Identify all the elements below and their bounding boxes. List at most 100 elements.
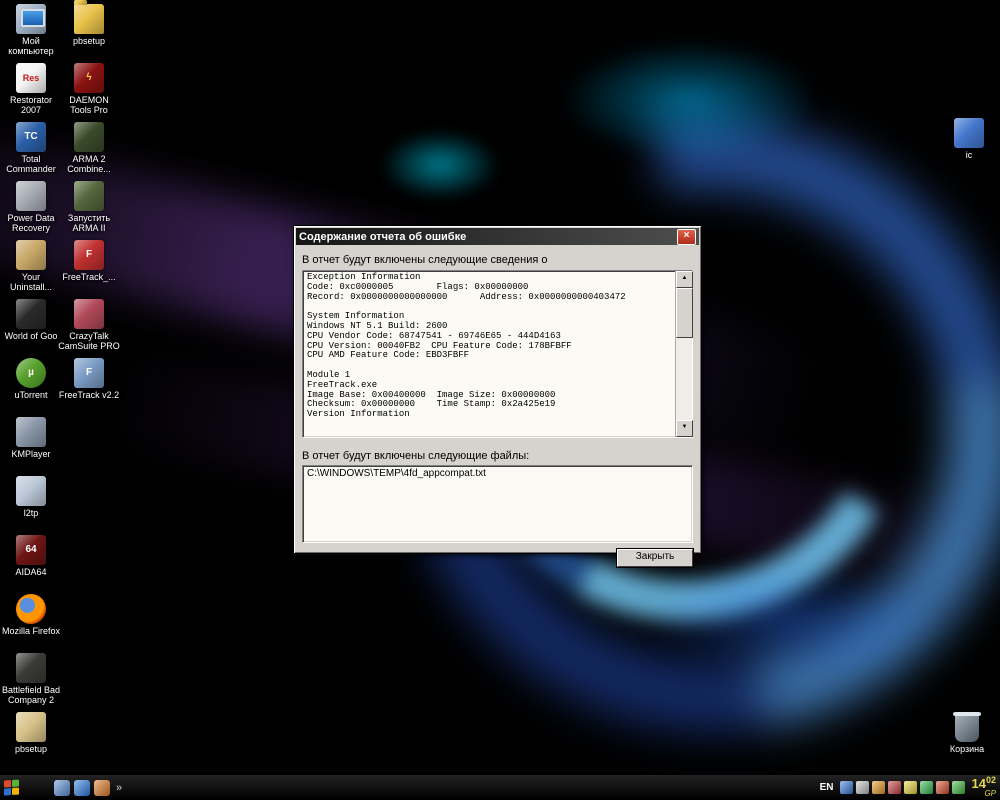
my-computer-icon (16, 4, 46, 34)
pbsetup-icon (16, 712, 46, 742)
show-desktop-icon[interactable] (54, 779, 70, 796)
wallpaper-glow (640, 560, 940, 680)
desktop-icon-label: Power Data Recovery (7, 213, 55, 233)
error-report-dialog: Содержание отчета об ошибке × В отчет бу… (293, 225, 702, 567)
clock-suffix: GP (984, 789, 996, 798)
desktop-icon-pbsetup-1[interactable]: pbsetup (0, 712, 62, 771)
report-files-area[interactable]: C:\WINDOWS\TEMP\4fd_appcompat.txt (302, 465, 693, 543)
desktop-icon-pbsetup-folder[interactable]: pbsetup (58, 0, 120, 63)
crazytalk-icon (74, 299, 104, 329)
desktop-icon-freetrack[interactable]: F FreeTrack v2.2 (58, 358, 120, 417)
start-flag-square (12, 787, 19, 795)
close-icon[interactable]: × (677, 228, 696, 245)
recycle-bin-icon (953, 712, 981, 742)
desktop-icon-label: FreeTrack_... (62, 272, 116, 282)
desktop-icon-label: pbsetup (72, 36, 106, 46)
report-scrollbar[interactable]: ▲ ▼ (675, 271, 693, 437)
tray-battery-icon[interactable] (919, 781, 933, 794)
daemon-tools-icon: ϟ (74, 63, 104, 93)
language-indicator[interactable]: EN (817, 781, 837, 794)
dialog-title-bar[interactable]: Содержание отчета об ошибке × (296, 228, 699, 245)
utorrent-icon: µ (16, 358, 46, 388)
tray-icons (839, 781, 965, 794)
tray-wifi-icon[interactable] (951, 781, 965, 794)
scrollbar-thumb[interactable] (676, 288, 693, 338)
restorator-icon: Res (16, 63, 46, 93)
desktop-icon-my-computer[interactable]: Мой компьютер (0, 4, 62, 63)
start-flag-square (12, 779, 19, 787)
tray-messenger-icon[interactable] (903, 781, 917, 794)
desktop-icon-label: uTorrent (14, 390, 48, 400)
media-player-icon[interactable] (94, 779, 110, 796)
desktop-icon-label: AIDA64 (15, 567, 47, 577)
desktop-icon-label: World of Goo (4, 331, 58, 341)
your-uninstaller-icon (16, 240, 46, 270)
desktop-icon-your-uninstaller[interactable]: Your Uninstall... (0, 240, 62, 299)
desktop-icon-label: Mozilla Firefox (1, 626, 60, 636)
freetrack-icon: F (74, 358, 104, 388)
report-text-area[interactable]: Exception Information Code: 0xc0000005 F… (302, 270, 693, 438)
desktop-icon-restorator[interactable]: Res Restorator 2007 (0, 63, 62, 122)
desktop-icon-freetrack-installer[interactable]: F FreeTrack_... (58, 240, 120, 299)
desktop-icon-total-commander[interactable]: TC Total Commander (0, 122, 62, 181)
dialog-button-row: Закрыть (302, 549, 693, 567)
report-text: Exception Information Code: 0xc0000005 F… (307, 272, 626, 420)
tray-network-icon[interactable] (839, 781, 853, 794)
desktop-icon-label: CrazyTalk CamSuite PRO (58, 331, 120, 351)
arma2-combined-icon (74, 122, 104, 152)
tray-volume-icon[interactable] (855, 781, 869, 794)
tray-antivirus-icon[interactable] (887, 781, 901, 794)
desktop-icon-battlefield-bc2[interactable]: Battlefield Bad Company 2 (0, 653, 62, 712)
firefox-icon (16, 594, 46, 624)
desktop-icon-ic[interactable]: ic (938, 118, 1000, 177)
start-flag-square (4, 779, 11, 788)
scroll-up-icon[interactable]: ▲ (676, 271, 693, 288)
quick-launch (54, 779, 110, 796)
desktop-icon-label: DAEMON Tools Pro (69, 95, 109, 115)
desktop-icon-recycle-bin[interactable]: Корзина (936, 712, 998, 771)
desktop-icon-aida64[interactable]: 64 AIDA64 (0, 535, 62, 594)
internet-explorer-icon[interactable] (74, 779, 90, 796)
desktop-icon-power-data-recovery[interactable]: Power Data Recovery (0, 181, 62, 240)
desktop-icon-label: Restorator 2007 (9, 95, 53, 115)
tray-update-icon[interactable] (871, 781, 885, 794)
bfbc2-icon (16, 653, 46, 683)
desktop-icon-label: Total Commander (6, 154, 56, 174)
desktop-icon-run-arma2[interactable]: Запустить ARMA II (58, 181, 120, 240)
desktop-icon-label: Your Uninstall... (9, 272, 53, 292)
desktop-icon-label: pbsetup (14, 744, 48, 754)
kmplayer-icon (16, 417, 46, 447)
desktop-icon-label: KMPlayer (11, 449, 51, 459)
aida64-icon: 64 (16, 535, 46, 565)
close-button[interactable]: Закрыть (617, 549, 693, 567)
desktop-icon-label: ic (965, 150, 973, 160)
desktop-icon-daemon-tools[interactable]: ϟ DAEMON Tools Pro (58, 63, 120, 122)
system-tray: EN 14 02 GP (817, 776, 1000, 798)
world-of-goo-icon (16, 299, 46, 329)
chevron-more-icon[interactable]: » (116, 782, 122, 794)
desktop-icon-utorrent[interactable]: µ uTorrent (0, 358, 62, 417)
wallpaper-glow (560, 40, 820, 160)
power-data-recovery-icon (16, 181, 46, 211)
scroll-down-icon[interactable]: ▼ (676, 420, 693, 437)
desktop-icon-label: Battlefield Bad Company 2 (1, 685, 61, 705)
arma2-run-icon (74, 181, 104, 211)
desktop-icon-label: ARMA 2 Combine... (67, 154, 111, 174)
total-commander-icon: TC (16, 122, 46, 152)
report-files-label: В отчет будут включены следующие файлы: (302, 450, 530, 462)
tray-alert-icon[interactable] (935, 781, 949, 794)
desktop-icon-kmplayer[interactable]: KMPlayer (0, 417, 62, 476)
desktop-icon-crazytalk[interactable]: CrazyTalk CamSuite PRO (58, 299, 120, 358)
desktop-icon-label: Запустить ARMA II (67, 213, 111, 233)
taskbar-clock[interactable]: 14 02 GP (972, 776, 996, 798)
desktop-icon-column-2: pbsetup ϟ DAEMON Tools Pro ARMA 2 Combin… (58, 0, 120, 417)
desktop-icon-arma2-combined[interactable]: ARMA 2 Combine... (58, 122, 120, 181)
desktop-icon-world-of-goo[interactable]: World of Goo (0, 299, 62, 358)
wallpaper-glow (380, 130, 500, 200)
start-button[interactable] (4, 779, 20, 796)
desktop-icon-column-1: Мой компьютер Res Restorator 2007 TC Tot… (0, 4, 62, 771)
desktop-icon-l2tp[interactable]: l2tp (0, 476, 62, 535)
folder-icon (74, 0, 104, 34)
desktop-icon-label: Корзина (949, 744, 985, 754)
desktop-icon-mozilla-firefox[interactable]: Mozilla Firefox (0, 594, 62, 653)
